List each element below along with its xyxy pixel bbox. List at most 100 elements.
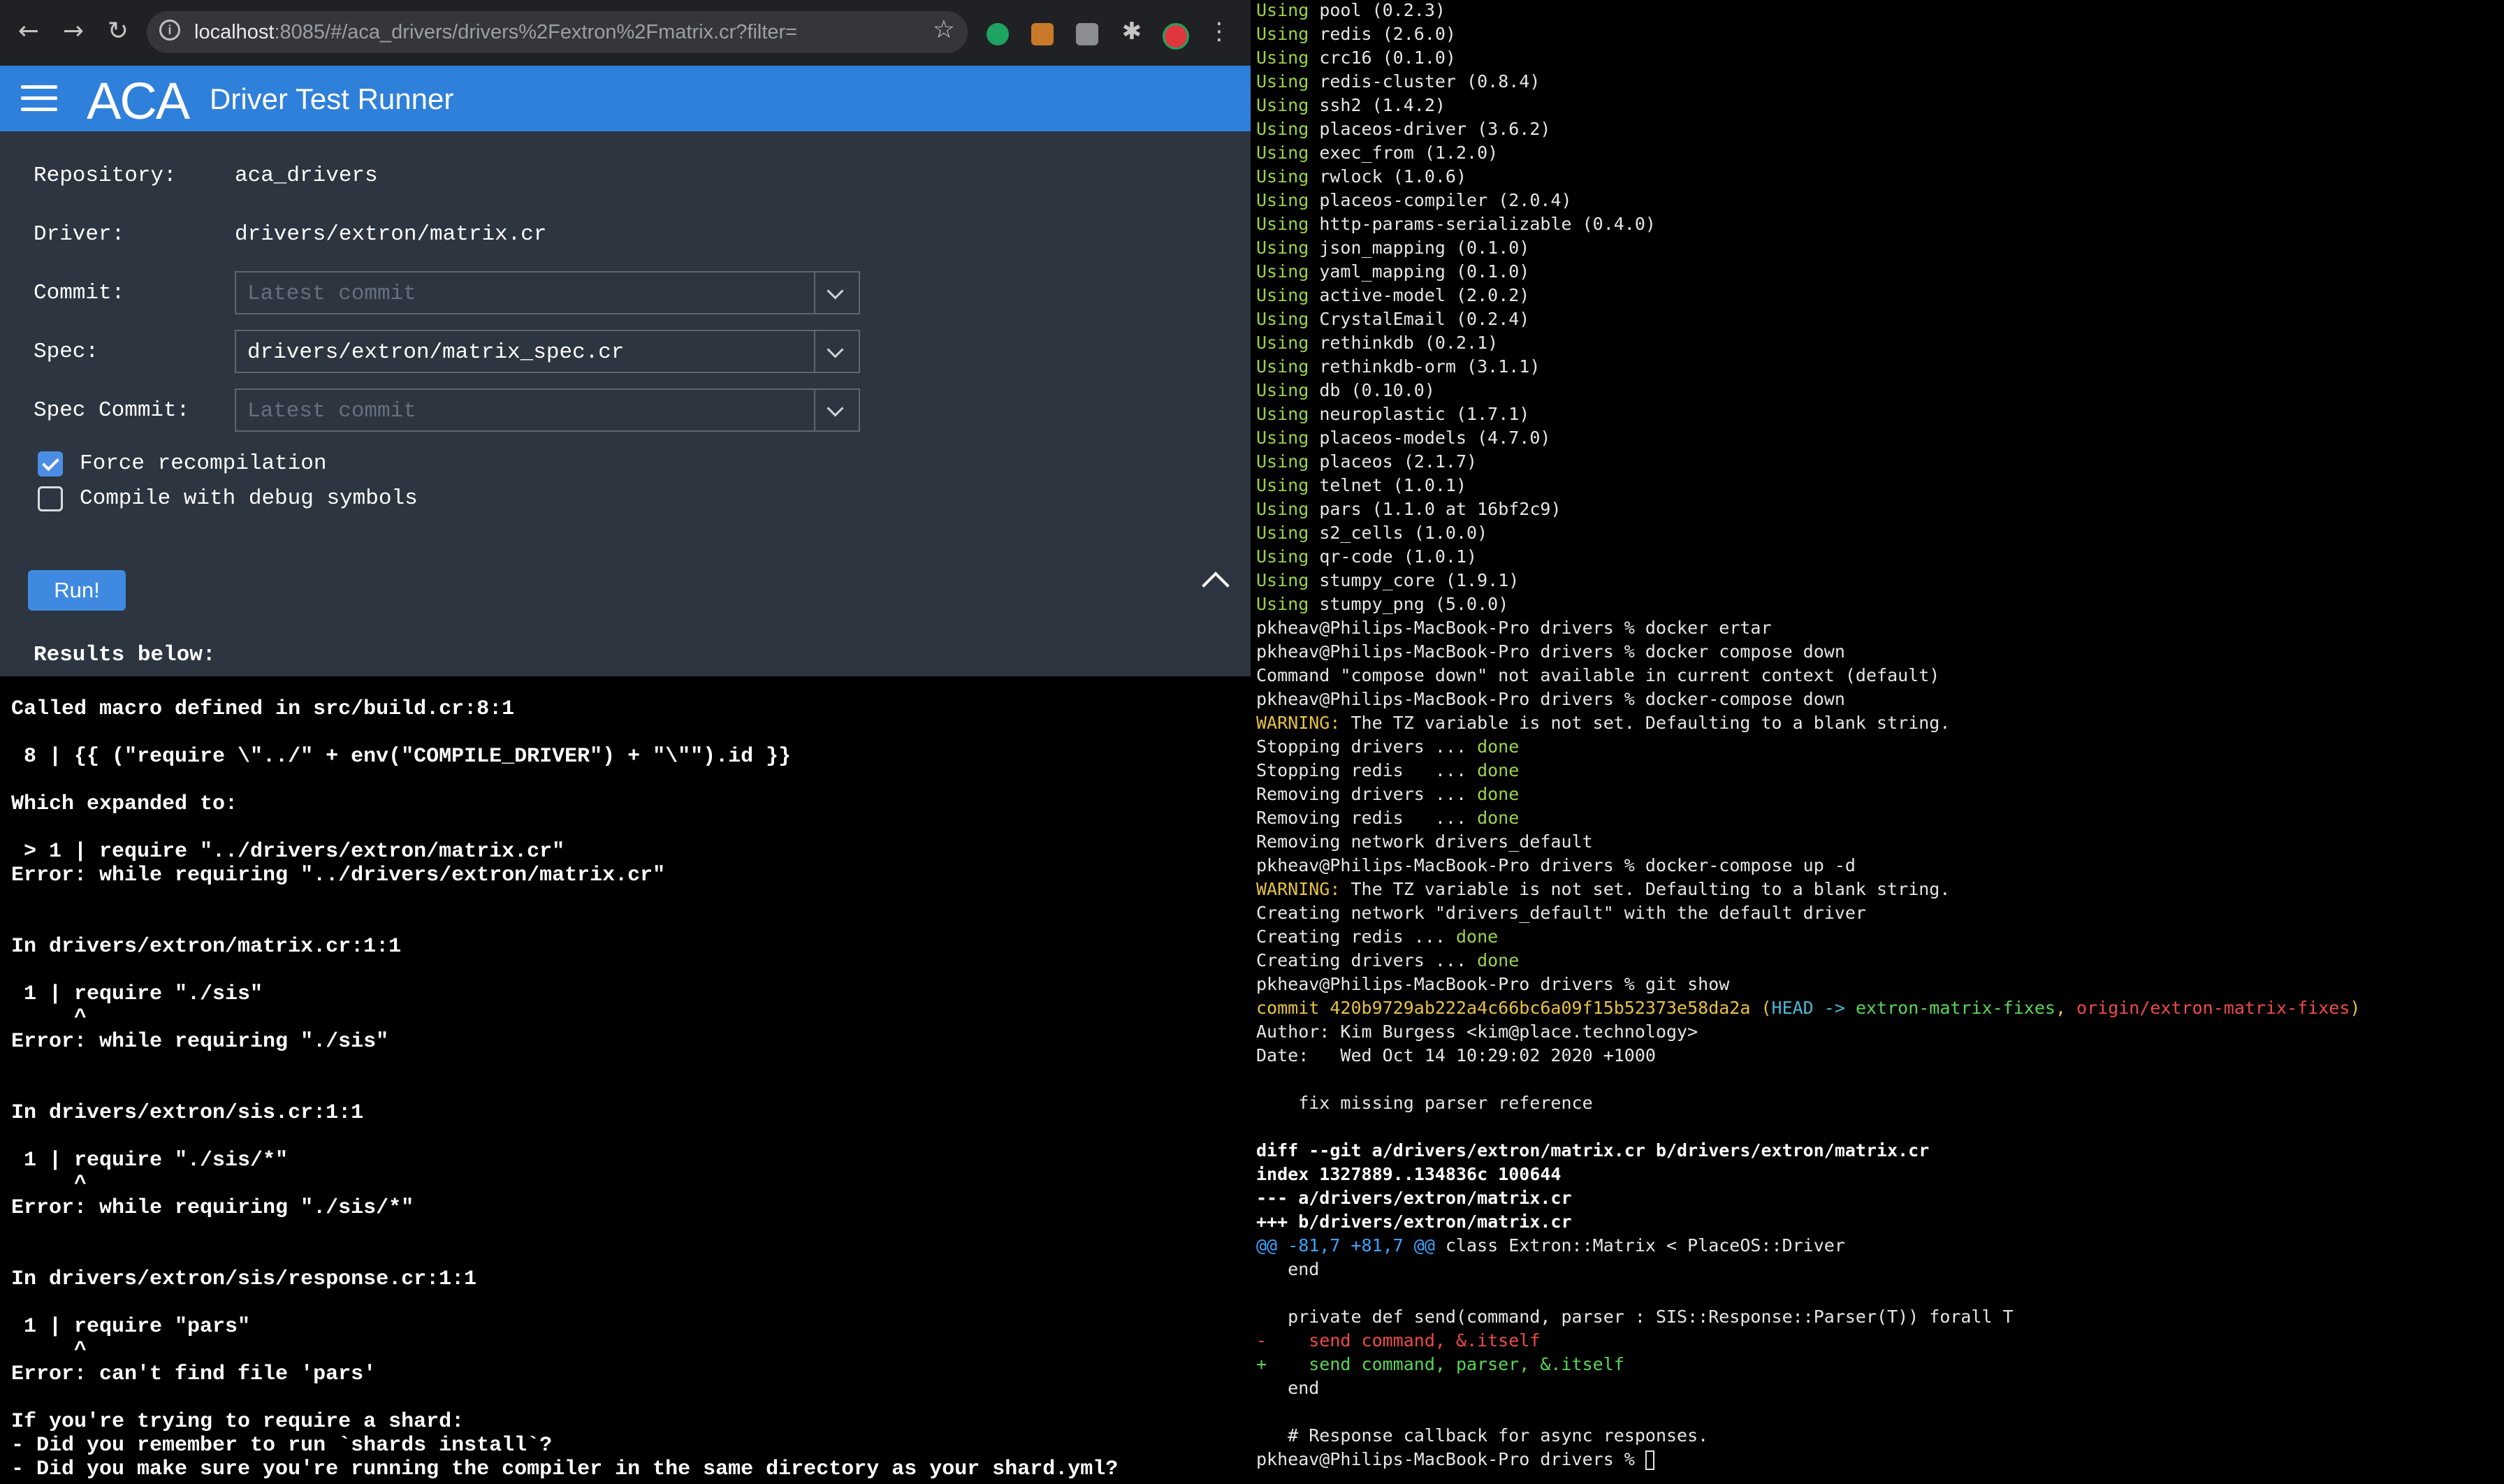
cursor[interactable] [1645,1450,1654,1470]
back-arrow-icon[interactable]: ← [13,15,45,48]
spec-select[interactable]: drivers/extron/matrix_spec.cr [235,330,860,373]
chevron-down-icon[interactable] [814,390,859,430]
shard-name: placeos-driver (3.6.2) [1309,119,1551,139]
reload-icon[interactable]: ↻ [102,15,134,48]
run-button[interactable]: Run! [28,570,126,611]
url-text[interactable]: localhost:8085/#/aca_drivers/drivers%2Fe… [194,21,797,44]
paren: ( [1750,998,1772,1018]
shard-line: Using redis-cluster (0.8.4) [1256,70,2360,94]
using-keyword: Using [1256,24,1309,44]
forward-arrow-icon[interactable]: → [57,15,89,48]
hunk-marker: @@ -81,7 +81,7 @@ [1256,1235,1435,1256]
shard-line: Using stumpy_core (1.9.1) [1256,569,2360,592]
chevron-down-icon[interactable] [814,331,859,372]
shell-prompt: pkheav@Philips-MacBook-Pro drivers % [1256,1449,1645,1469]
debug-symbols-label[interactable]: Compile with debug symbols [80,486,418,511]
address-bar[interactable]: i localhost:8085/#/aca_drivers/drivers%2… [147,11,968,53]
diff-minus-file: --- a/drivers/extron/matrix.cr [1256,1188,1572,1208]
browser-window: ← → ↻ i localhost:8085/#/aca_drivers/dri… [0,0,1251,1484]
driver-label: Driver: [34,222,125,247]
shell-prompt: pkheav@Philips-MacBook-Pro drivers % [1256,641,1645,662]
using-keyword: Using [1256,428,1309,448]
terminal-line: pkheav@Philips-MacBook-Pro drivers % doc… [1256,640,2360,664]
extension-green-icon[interactable] [987,23,1009,45]
shard-name: redis-cluster (0.8.4) [1309,71,1541,92]
results-label: Results below: [34,643,216,667]
terminal-output: Using pool (0.2.3) Using redis (2.6.0) Usi… [1256,0,2360,1471]
shard-name: exec_from (1.2.0) [1309,143,1499,163]
using-keyword: Using [1256,333,1309,353]
profile-avatar[interactable] [1163,23,1189,50]
shard-name: rwlock (1.0.6) [1309,166,1467,187]
shell-command: docker-compose up -d [1645,855,1856,875]
using-keyword: Using [1256,71,1309,92]
hamburger-menu-icon[interactable] [21,85,57,112]
using-keyword: Using [1256,0,1309,20]
terminal-line: Creating drivers ... done [1256,949,2360,973]
chevron-down-icon[interactable] [814,272,859,313]
shard-name: http-params-serializable (0.4.0) [1309,214,1656,234]
diff-context: private def send(command, parser : SIS::… [1256,1307,2014,1327]
terminal-line: Creating redis ... done [1256,925,2360,949]
shard-name: s2_cells (1.0.0) [1309,523,1488,543]
using-keyword: Using [1256,475,1309,495]
extension-gray-icon[interactable] [1076,23,1098,45]
shard-name: pool (0.2.3) [1309,0,1446,20]
shell-command: docker-compose down [1645,689,1845,709]
driver-form: Repository: aca_drivers Driver: drivers/… [0,131,1251,543]
terminal-line: Removing drivers ... done [1256,783,2360,806]
shard-name: CrystalEmail (0.2.4) [1309,309,1530,329]
chevron-up-icon[interactable] [1202,572,1230,599]
paren: ) [2350,998,2361,1018]
spec-label: Spec: [34,340,99,364]
commit-select[interactable]: Latest commit [235,271,860,314]
shard-line: Using rethinkdb-orm (3.1.1) [1256,355,2360,379]
using-keyword: Using [1256,261,1309,282]
star-icon[interactable]: ☆ [933,15,955,44]
terminal-line: Command "compose down" not available in … [1256,665,1940,685]
force-recompilation-label[interactable]: Force recompilation [80,451,326,476]
git-commit-line: commit 420b9729ab222a4c66bc6a09f15b52373… [1256,996,2360,1020]
shard-name: crc16 (0.1.0) [1309,48,1456,68]
info-icon[interactable]: i [159,20,180,41]
shard-line: Using stumpy_png (5.0.0) [1256,592,2360,616]
extensions-puzzle-icon[interactable]: ✱ [1116,15,1148,48]
using-keyword: Using [1256,190,1309,210]
head-ref: HEAD -> [1771,998,1856,1018]
shell-prompt: pkheav@Philips-MacBook-Pro drivers % [1256,618,1645,638]
force-recompilation-checkbox[interactable] [38,451,63,477]
shard-line: Using exec_from (1.2.0) [1256,141,2360,165]
diff-index: index 1327889..134836c 100644 [1256,1164,1562,1184]
using-keyword: Using [1256,594,1309,614]
terminal-window[interactable]: Using pool (0.2.3) Using redis (2.6.0) Usi… [1251,0,2504,1484]
shard-line: Using http-params-serializable (0.4.0) [1256,212,2360,236]
shell-prompt: pkheav@Philips-MacBook-Pro drivers % [1256,689,1645,709]
using-keyword: Using [1256,48,1309,68]
terminal-line: Removing network drivers_default [1256,831,1593,852]
shard-name: stumpy_png (5.0.0) [1309,594,1509,614]
url-host: localhost [194,21,275,43]
shard-name: placeos-compiler (2.0.4) [1309,190,1572,210]
shard-name: rethinkdb-orm (3.1.1) [1309,356,1541,377]
shell-prompt: pkheav@Philips-MacBook-Pro drivers % [1256,855,1645,875]
shard-name: placeos-models (4.7.0) [1309,428,1551,448]
done-text: done [1455,926,1499,947]
extension-orange-icon[interactable] [1031,23,1054,45]
shard-name: ssh2 (1.4.2) [1309,95,1446,115]
shard-name: placeos (2.1.7) [1309,451,1478,472]
git-message: fix missing parser reference [1256,1093,1593,1113]
using-keyword: Using [1256,546,1309,567]
debug-symbols-checkbox[interactable] [38,486,63,511]
terminal-line: pkheav@Philips-MacBook-Pro drivers % doc… [1256,688,2360,711]
using-keyword: Using [1256,95,1309,115]
terminal-line: Stopping redis ... done [1256,759,2360,783]
kebab-menu-icon[interactable]: ⋮ [1203,15,1235,48]
commit-hash: commit 420b9729ab222a4c66bc6a09f15b52373… [1256,998,1751,1018]
shard-line: Using rwlock (1.0.6) [1256,165,2360,189]
spec-commit-select[interactable]: Latest commit [235,388,860,432]
diff-hunk: @@ -81,7 +81,7 @@ class Extron::Matrix <… [1256,1234,2360,1258]
status-text: Removing redis ... [1256,808,1478,828]
shard-name: yaml_mapping (0.1.0) [1309,261,1530,282]
shell-prompt: pkheav@Philips-MacBook-Pro drivers % [1256,974,1645,994]
